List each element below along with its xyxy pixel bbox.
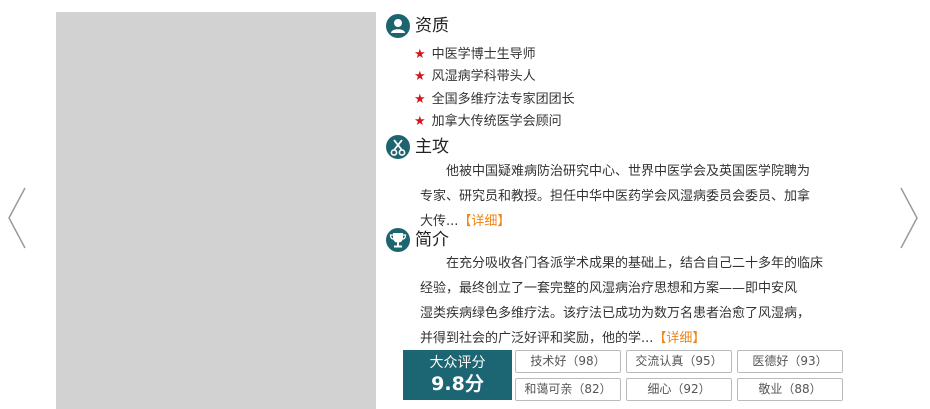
chevron-right-icon (900, 187, 918, 249)
intro-more-link[interactable]: 【详细】 (653, 331, 705, 346)
rating-tag[interactable]: 交流认真（95） (626, 350, 732, 373)
specialty-text: 他被中国疑难病防治研究中心、世界中医学会及英国医学院聘为 专家、研究员和教授。担… (420, 164, 811, 229)
specialty-header: 主攻 (386, 135, 449, 159)
list-item: ★ 加拿大传统医学会顾问 (414, 113, 562, 129)
rating-tag[interactable]: 技术好（98） (515, 350, 621, 373)
list-item: ★ 中医学博士生导师 (414, 47, 536, 62)
star-icon: ★ (414, 91, 426, 107)
specialty-title: 主攻 (415, 137, 449, 157)
intro-header: 简介 (386, 228, 449, 252)
scissors-icon (386, 135, 410, 159)
previous-arrow-button[interactable] (6, 186, 28, 250)
chevron-left-icon (8, 187, 26, 249)
star-icon: ★ (414, 113, 426, 129)
intro-text: 在充分吸收各门各派学术成果的基础上，结合自己二十多年的临床 经验，最终创立了一套… (420, 256, 824, 346)
qualifications-list: ★ 中医学博士生导师 ★ 风湿病学科带头人 ★ 全国多维疗法专家团团长 ★ 加拿大传统医… (414, 44, 575, 133)
rating-label: 大众评分 (429, 355, 486, 371)
next-arrow-button[interactable] (898, 186, 920, 250)
qualifications-header: 资质 (386, 14, 449, 38)
star-icon: ★ (414, 47, 426, 62)
rating-score: 9.8分 (431, 373, 484, 395)
list-item: ★ 全国多维疗法专家团团长 (414, 91, 575, 107)
rating-tag[interactable]: 细心（92） (626, 378, 732, 401)
specialty-more-link[interactable]: 【详细】 (458, 214, 510, 229)
doctor-photo[interactable] (56, 12, 376, 409)
qualifications-title: 资质 (415, 16, 449, 36)
intro-title: 简介 (415, 230, 449, 250)
trophy-icon (386, 228, 410, 252)
user-icon (386, 14, 410, 38)
rating-score-box: 大众评分 9.8分 (403, 350, 512, 400)
star-icon: ★ (414, 69, 426, 85)
rating-tag[interactable]: 和蔼可亲（82） (515, 378, 621, 401)
list-item: ★ 风湿病学科带头人 (414, 69, 536, 85)
rating-tag[interactable]: 医德好（93） (737, 350, 843, 373)
rating-tag[interactable]: 敬业（88） (737, 378, 843, 401)
